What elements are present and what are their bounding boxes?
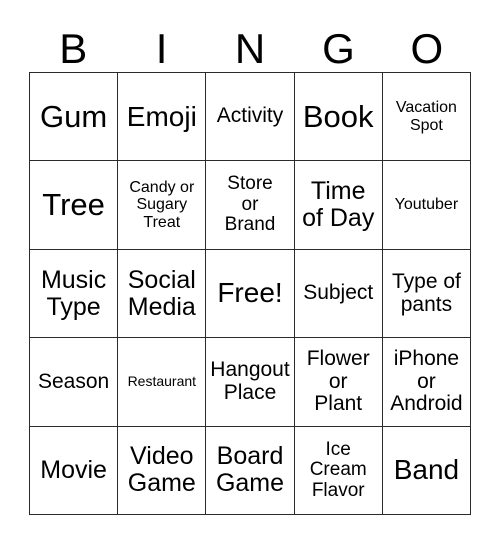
bingo-cell[interactable]: Restaurant: [118, 338, 207, 427]
bingo-row: Movie Video Game Board Game Ice Cream Fl…: [30, 426, 472, 516]
bingo-cell[interactable]: Time of Day: [294, 161, 383, 250]
bingo-cell[interactable]: Video Game: [118, 426, 207, 516]
bingo-cell-label: Restaurant: [127, 373, 197, 390]
bingo-cell-label: Social Media: [127, 265, 196, 321]
bingo-cell-label: Movie: [40, 455, 107, 484]
bingo-header-letter-g: G: [322, 25, 355, 72]
bingo-cell-label: Board Game: [215, 442, 285, 498]
bingo-cell-label: Youtuber: [394, 196, 459, 214]
bingo-cell-free-space[interactable]: Free!: [206, 249, 295, 339]
bingo-row: Tree Candy or Sugary Treat Store or Bran…: [30, 161, 472, 250]
bingo-grid: Gum Emoji Activity Book Vacation Spot Tr…: [29, 72, 472, 516]
bingo-cell[interactable]: Activity: [206, 73, 295, 162]
bingo-cell-label: iPhone or Android: [390, 346, 463, 416]
bingo-cell[interactable]: Book: [294, 73, 383, 162]
bingo-cell-label: Season: [37, 369, 110, 393]
bingo-cell[interactable]: Store or Brand: [206, 161, 295, 250]
bingo-cell[interactable]: Hangout Place: [206, 338, 295, 427]
bingo-header-letter-o: O: [410, 25, 444, 72]
bingo-cell[interactable]: Emoji: [118, 73, 207, 162]
bingo-cell[interactable]: Tree: [30, 161, 119, 250]
bingo-cell-label: Band: [393, 454, 460, 486]
bingo-cell-label: Flower or Plant: [306, 346, 370, 416]
bingo-cell-label: Ice Cream Flavor: [309, 438, 367, 501]
bingo-cell-label: Time of Day: [302, 177, 375, 233]
bingo-cell[interactable]: Youtuber: [382, 161, 472, 250]
bingo-cell-label: Music Type: [40, 265, 107, 321]
bingo-cell-label: Emoji: [126, 100, 197, 132]
bingo-cell[interactable]: Candy or Sugary Treat: [118, 161, 207, 250]
bingo-cell-label: Book: [302, 98, 374, 134]
bingo-cell[interactable]: Gum: [30, 73, 119, 162]
bingo-cell-label: Video Game: [127, 442, 196, 498]
bingo-card: B I N G O Gum Emoji Activity Book Vacati…: [0, 0, 500, 544]
bingo-cell-label: Activity: [216, 104, 284, 128]
bingo-cell[interactable]: Music Type: [30, 249, 119, 339]
bingo-cell[interactable]: Vacation Spot: [382, 73, 472, 162]
bingo-header-letter-n: N: [234, 25, 266, 72]
bingo-header-row: B I N G O: [29, 14, 471, 72]
bingo-cell[interactable]: iPhone or Android: [382, 338, 472, 427]
bingo-cell[interactable]: Board Game: [206, 426, 295, 516]
bingo-cell[interactable]: Type of pants: [382, 249, 472, 339]
bingo-cell-label: Free!: [217, 277, 283, 309]
bingo-cell-label: Tree: [42, 187, 105, 223]
bingo-cell[interactable]: Movie: [30, 426, 119, 516]
bingo-header-letter-b: B: [59, 25, 88, 72]
bingo-cell[interactable]: Band: [382, 426, 472, 516]
bingo-header-letter-i: I: [155, 25, 168, 72]
bingo-cell[interactable]: Ice Cream Flavor: [294, 426, 383, 516]
bingo-cell[interactable]: Flower or Plant: [294, 338, 383, 427]
bingo-cell-label: Store or Brand: [224, 173, 276, 236]
bingo-row: Season Restaurant Hangout Place Flower o…: [30, 338, 472, 427]
bingo-cell-label: Vacation Spot: [395, 99, 457, 134]
bingo-cell[interactable]: Subject: [294, 249, 383, 339]
bingo-cell-label: Subject: [303, 281, 374, 305]
bingo-cell-label: Gum: [40, 98, 108, 134]
bingo-cell-label: Type of pants: [391, 269, 461, 316]
bingo-cell-label: Candy or Sugary Treat: [129, 179, 195, 231]
bingo-cell[interactable]: Social Media: [118, 249, 207, 339]
bingo-row: Gum Emoji Activity Book Vacation Spot: [30, 73, 472, 162]
bingo-row: Music Type Social Media Free! Subject Ty…: [30, 249, 472, 339]
bingo-cell-label: Hangout Place: [210, 358, 290, 404]
bingo-cell[interactable]: Season: [30, 338, 119, 427]
